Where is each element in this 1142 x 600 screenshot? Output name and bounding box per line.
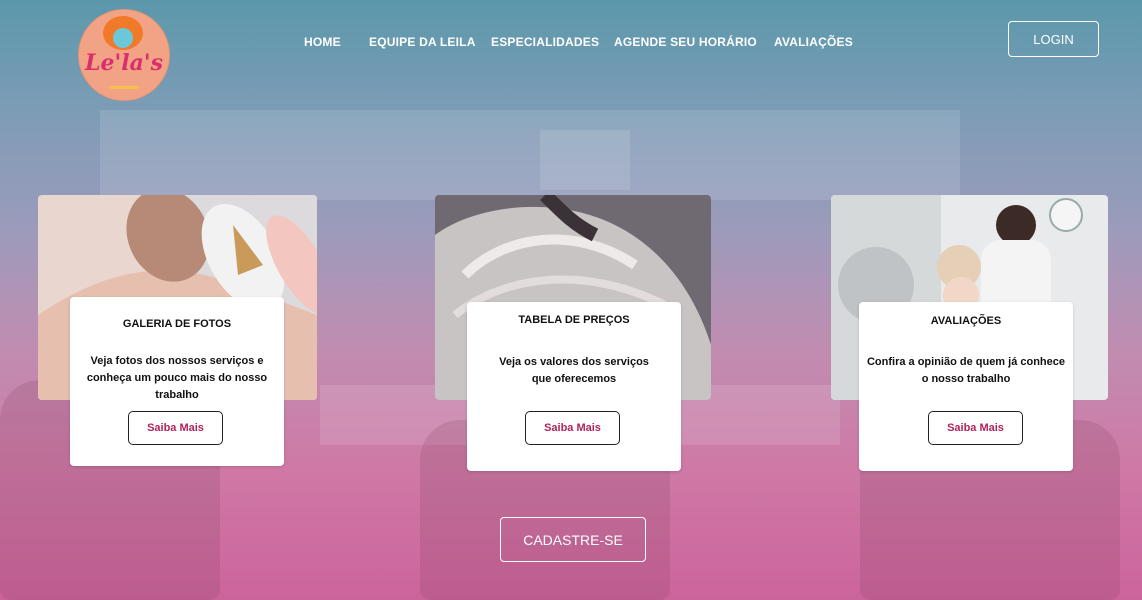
nav-item-equipe[interactable]: EQUIPE DA LEILA [369,35,476,49]
brand-logo[interactable]: Le'la's [78,9,170,101]
login-button[interactable]: LOGIN [1008,21,1099,57]
card-tabela: TABELA DE PREÇOS Veja os valores dos ser… [467,302,681,471]
nav-item-agende[interactable]: AGENDE SEU HORÁRIO [614,35,757,49]
card-description: Veja os valores dos serviços que oferece… [499,356,649,385]
signup-button[interactable]: CADASTRE-SE [500,517,646,562]
logo-text: Le'la's [85,50,163,76]
saiba-mais-button[interactable]: Saiba Mais [525,411,620,445]
main-nav: HOME EQUIPE DA LEILA ESPECIALIDADES AGEN… [0,35,1142,51]
nav-item-home[interactable]: HOME [304,35,341,49]
card-title: TABELA DE PREÇOS [518,314,630,326]
saiba-mais-button[interactable]: Saiba Mais [128,411,223,445]
card-galeria: GALERIA DE FOTOS Veja fotos dos nossos s… [70,297,284,466]
card-title: GALERIA DE FOTOS [122,318,232,330]
card-avaliacoes: AVALIAÇÕES Confira a opinião de quem já … [859,302,1073,471]
nav-item-especialidades[interactable]: ESPECIALIDADES [491,35,599,49]
logo-stripe [109,86,139,89]
card-description: Confira a opinião de quem já conhece o n… [866,356,1066,385]
saiba-mais-button[interactable]: Saiba Mais [928,411,1023,445]
card-description: Veja fotos dos nossos serviços e conheça… [86,355,268,401]
card-title: AVALIAÇÕES [930,315,1002,327]
nav-item-avaliacoes[interactable]: AVALIAÇÕES [774,35,853,49]
